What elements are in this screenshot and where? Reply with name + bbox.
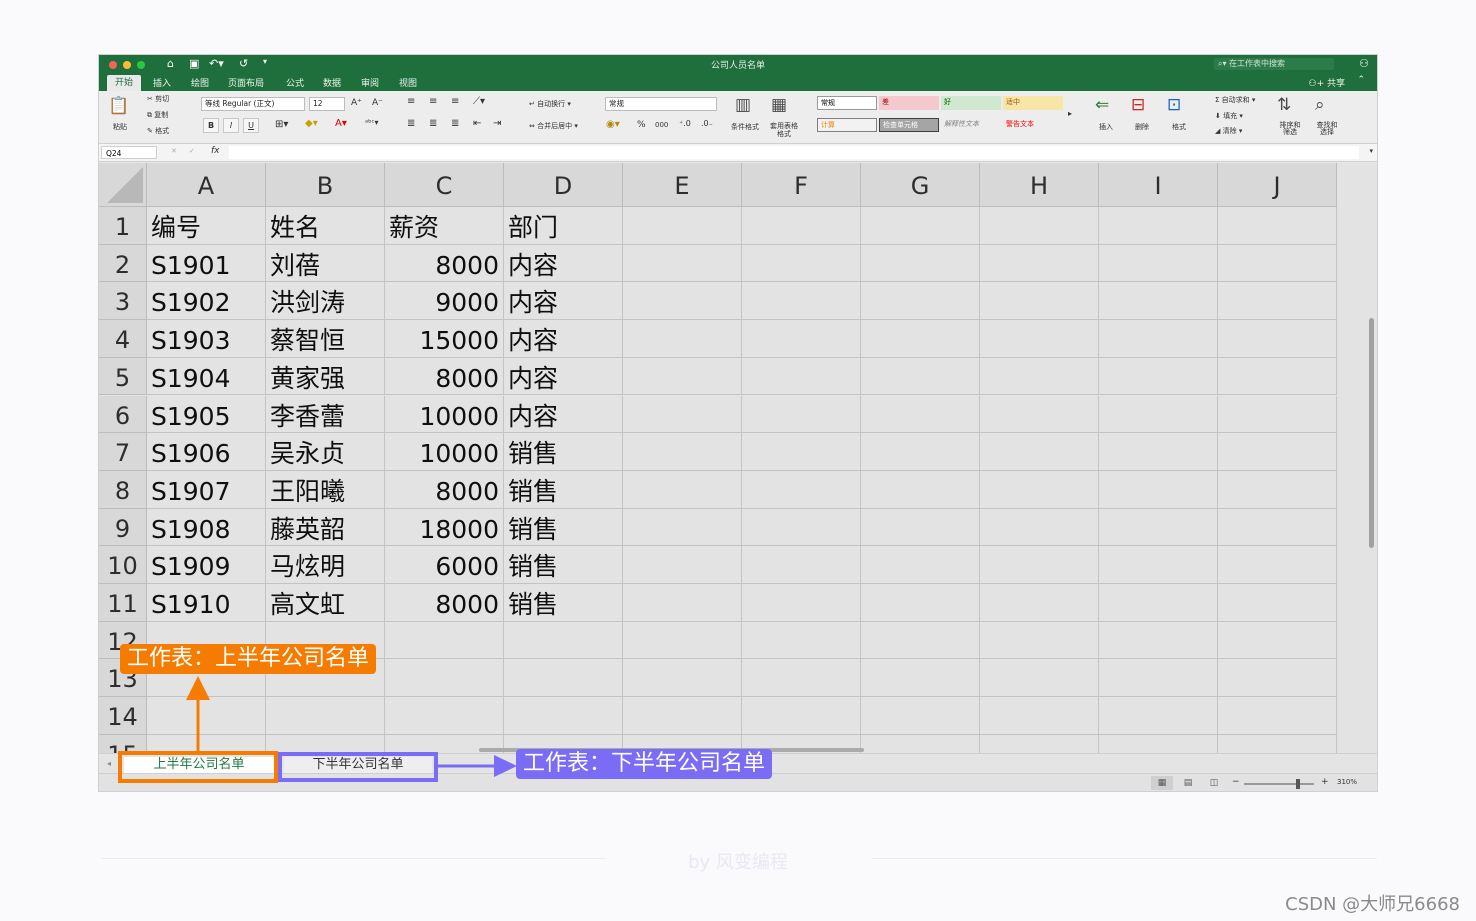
csdn-watermark: CSDN @大师兄6668 [1285, 894, 1460, 915]
arrow-right-head [494, 755, 517, 777]
callout-second-sheet: 工作表：下半年公司名单 [516, 749, 773, 779]
footer-byline: by 风变编程 [688, 852, 788, 873]
annotation-arrows [186, 676, 517, 777]
arrow-up-head [186, 676, 210, 700]
callout-first-sheet: 工作表：上半年公司名单 [120, 644, 377, 674]
